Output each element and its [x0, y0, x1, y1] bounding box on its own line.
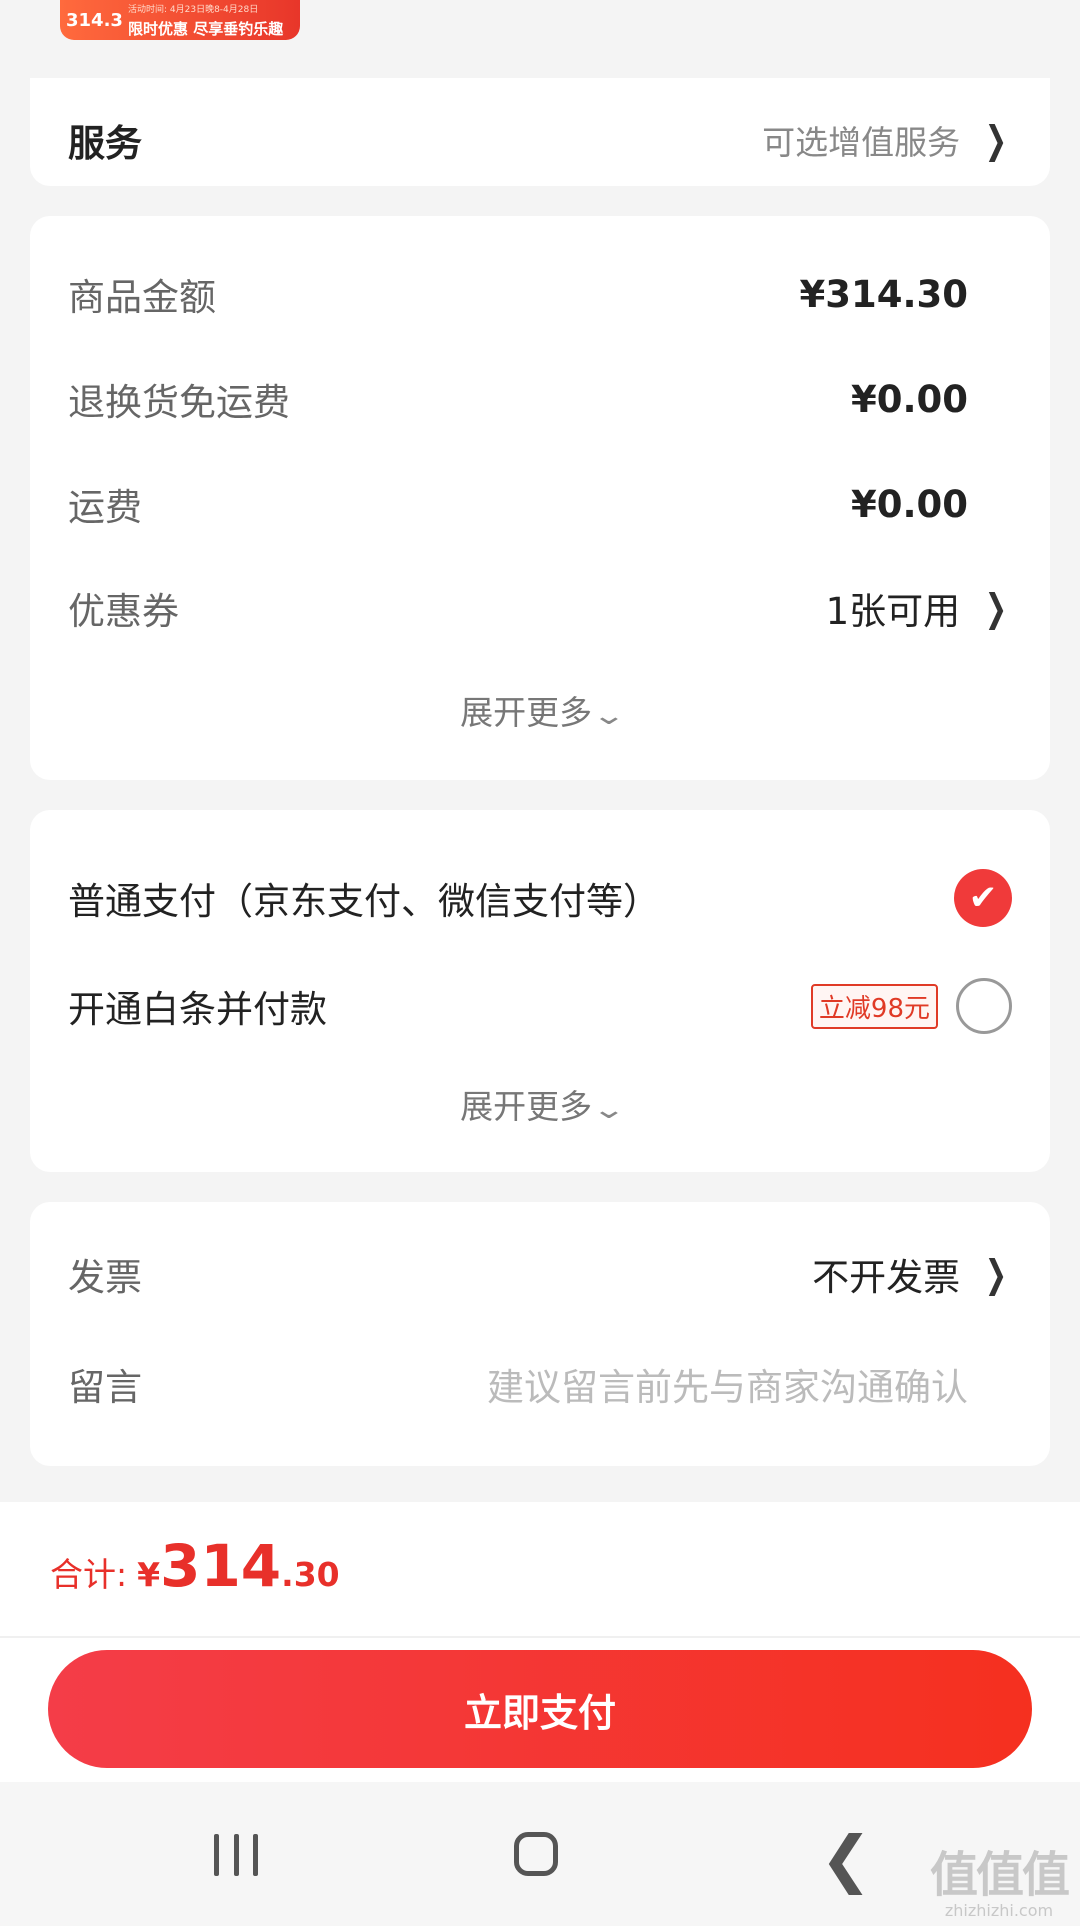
- watermark: 值值值 zhizhizhi.com: [929, 1847, 1070, 1920]
- thumbnail-price: 314.3: [66, 10, 123, 31]
- radio-unselected-icon[interactable]: [956, 978, 1012, 1034]
- invoice-label: 发票: [68, 1256, 142, 1299]
- checkmark-selected-icon[interactable]: ✔: [954, 869, 1012, 927]
- service-value[interactable]: 可选增值服务: [762, 116, 960, 164]
- invoice-message-card: 发票 不开发票 ❯ 留言 建议留言前先与商家沟通确认: [30, 1202, 1050, 1466]
- watermark-logo: 值值值: [929, 1847, 1070, 1903]
- expand-more-label: 展开更多: [460, 693, 593, 732]
- price-summary-card: 商品金额 ¥314.30 退换货免运费 ¥0.00 运费 ¥0.00 优惠券 1…: [30, 216, 1050, 780]
- return-shipping-label: 退换货免运费: [68, 381, 290, 424]
- goods-amount-label: 商品金额: [68, 276, 216, 319]
- recent-apps-icon[interactable]: [214, 1834, 258, 1876]
- coupon-value[interactable]: 1张可用: [826, 581, 961, 635]
- total-decimal: .30: [281, 1555, 340, 1594]
- thumbnail-promo: 限时优惠 尽享垂钓乐趣: [128, 20, 284, 38]
- summary-row-return-shipping: 退换货免运费 ¥0.00: [68, 369, 1012, 429]
- invoice-value[interactable]: 不开发票: [812, 1247, 960, 1301]
- discount-badge: 立减98元: [810, 983, 938, 1029]
- total-label: 合计:: [50, 1555, 128, 1594]
- checkout-footer: 合计: ¥ 314 .30 立即支付: [0, 1502, 1080, 1782]
- message-row[interactable]: 留言 建议留言前先与商家沟通确认: [68, 1354, 1012, 1414]
- chevron-right-icon: ❯: [984, 1252, 1008, 1296]
- message-label: 留言: [68, 1366, 142, 1409]
- total-amount: 合计: ¥ 314 .30: [50, 1532, 340, 1600]
- shipping-value: ¥0.00: [850, 482, 968, 526]
- shipping-label: 运费: [68, 486, 142, 529]
- summary-row-shipping: 运费 ¥0.00: [68, 474, 1012, 534]
- payment-expand-more[interactable]: 展开更多⌄: [30, 1080, 1050, 1128]
- payment-option-baitiao-label: 开通白条并付款: [68, 988, 327, 1031]
- back-icon[interactable]: ❮: [820, 1822, 872, 1895]
- chevron-right-icon: ❯: [984, 586, 1008, 630]
- promo-time: 活动时间: 4月23日晚8-4月28日: [128, 5, 259, 15]
- coupon-label: 优惠券: [68, 590, 179, 633]
- service-card[interactable]: 服务 可选增值服务 ❯: [30, 78, 1050, 186]
- invoice-row[interactable]: 发票 不开发票 ❯: [68, 1244, 1012, 1304]
- expand-more-label: 展开更多: [460, 1087, 593, 1126]
- chevron-right-icon: ❯: [984, 118, 1008, 162]
- payment-option-normal-label: 普通支付（京东支付、微信支付等）: [68, 880, 660, 923]
- payment-option-baitiao[interactable]: 开通白条并付款 立减98元: [68, 968, 1012, 1044]
- service-title: 服务: [68, 122, 142, 165]
- return-shipping-value: ¥0.00: [850, 377, 968, 421]
- divider: [0, 1636, 1080, 1638]
- message-input[interactable]: 建议留言前先与商家沟通确认: [487, 1357, 968, 1411]
- summary-row-coupon[interactable]: 优惠券 1张可用 ❯: [68, 578, 1012, 638]
- payment-method-card: 普通支付（京东支付、微信支付等） ✔ 开通白条并付款 立减98元 展开更多⌄: [30, 810, 1050, 1172]
- chevron-down-icon: ⌄: [591, 701, 627, 731]
- product-thumbnail: 活动时间: 4月23日晚8-4月28日 314.3 限时优惠 尽享垂钓乐趣: [60, 0, 300, 40]
- goods-amount-value: ¥314.30: [799, 272, 968, 316]
- summary-expand-more[interactable]: 展开更多⌄: [30, 686, 1050, 734]
- home-icon[interactable]: [514, 1832, 558, 1876]
- watermark-url: zhizhizhi.com: [944, 1901, 1054, 1920]
- system-nav-bar: ❮ 值值值 zhizhizhi.com: [0, 1782, 1080, 1926]
- total-integer: 314: [160, 1532, 282, 1600]
- payment-option-normal[interactable]: 普通支付（京东支付、微信支付等） ✔: [68, 860, 1012, 936]
- total-currency: ¥: [137, 1555, 161, 1594]
- pay-now-button[interactable]: 立即支付: [48, 1650, 1032, 1768]
- chevron-down-icon: ⌄: [591, 1095, 627, 1125]
- summary-row-goods: 商品金额 ¥314.30: [68, 264, 1012, 324]
